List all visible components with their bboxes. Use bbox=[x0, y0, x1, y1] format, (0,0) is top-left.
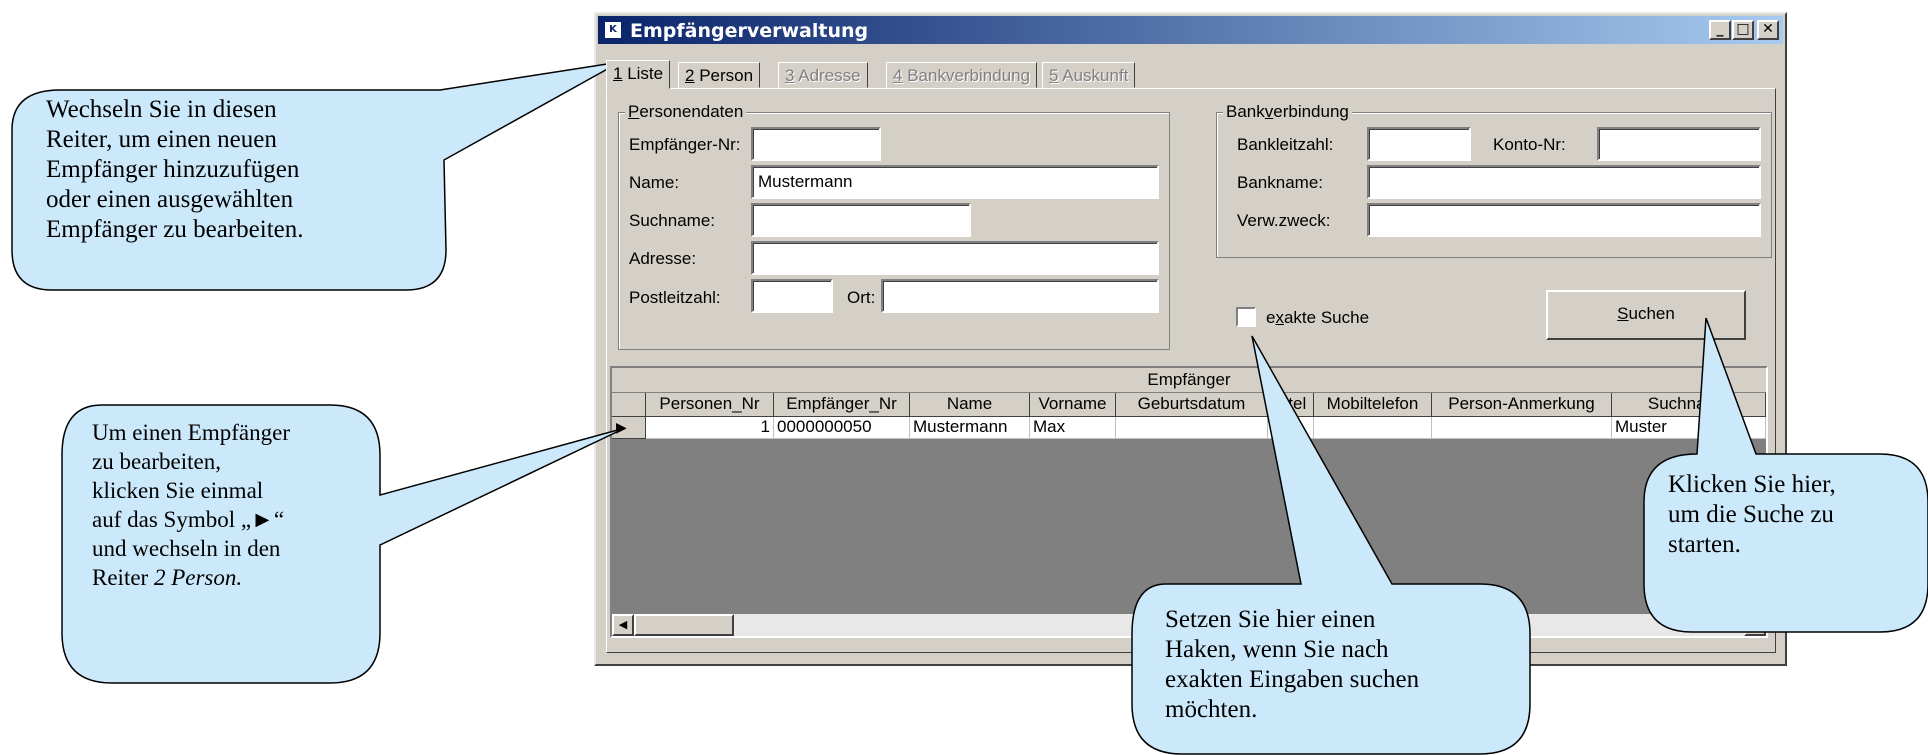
tab-liste[interactable]: 1 Liste bbox=[606, 60, 671, 89]
edit-callout-text: Um einen Empfänger zu bearbeiten, klicken … bbox=[92, 420, 290, 590]
search-callout-text: Klicken Sie hier, um die Suche zu starten. bbox=[1668, 471, 1836, 558]
tab-callout-text: Wechseln Sie in diesen Reiter, um einen n… bbox=[46, 96, 304, 243]
exact-callout-text: Setzen Sie hier einen Haken, wenn Sie nac… bbox=[1165, 606, 1420, 723]
